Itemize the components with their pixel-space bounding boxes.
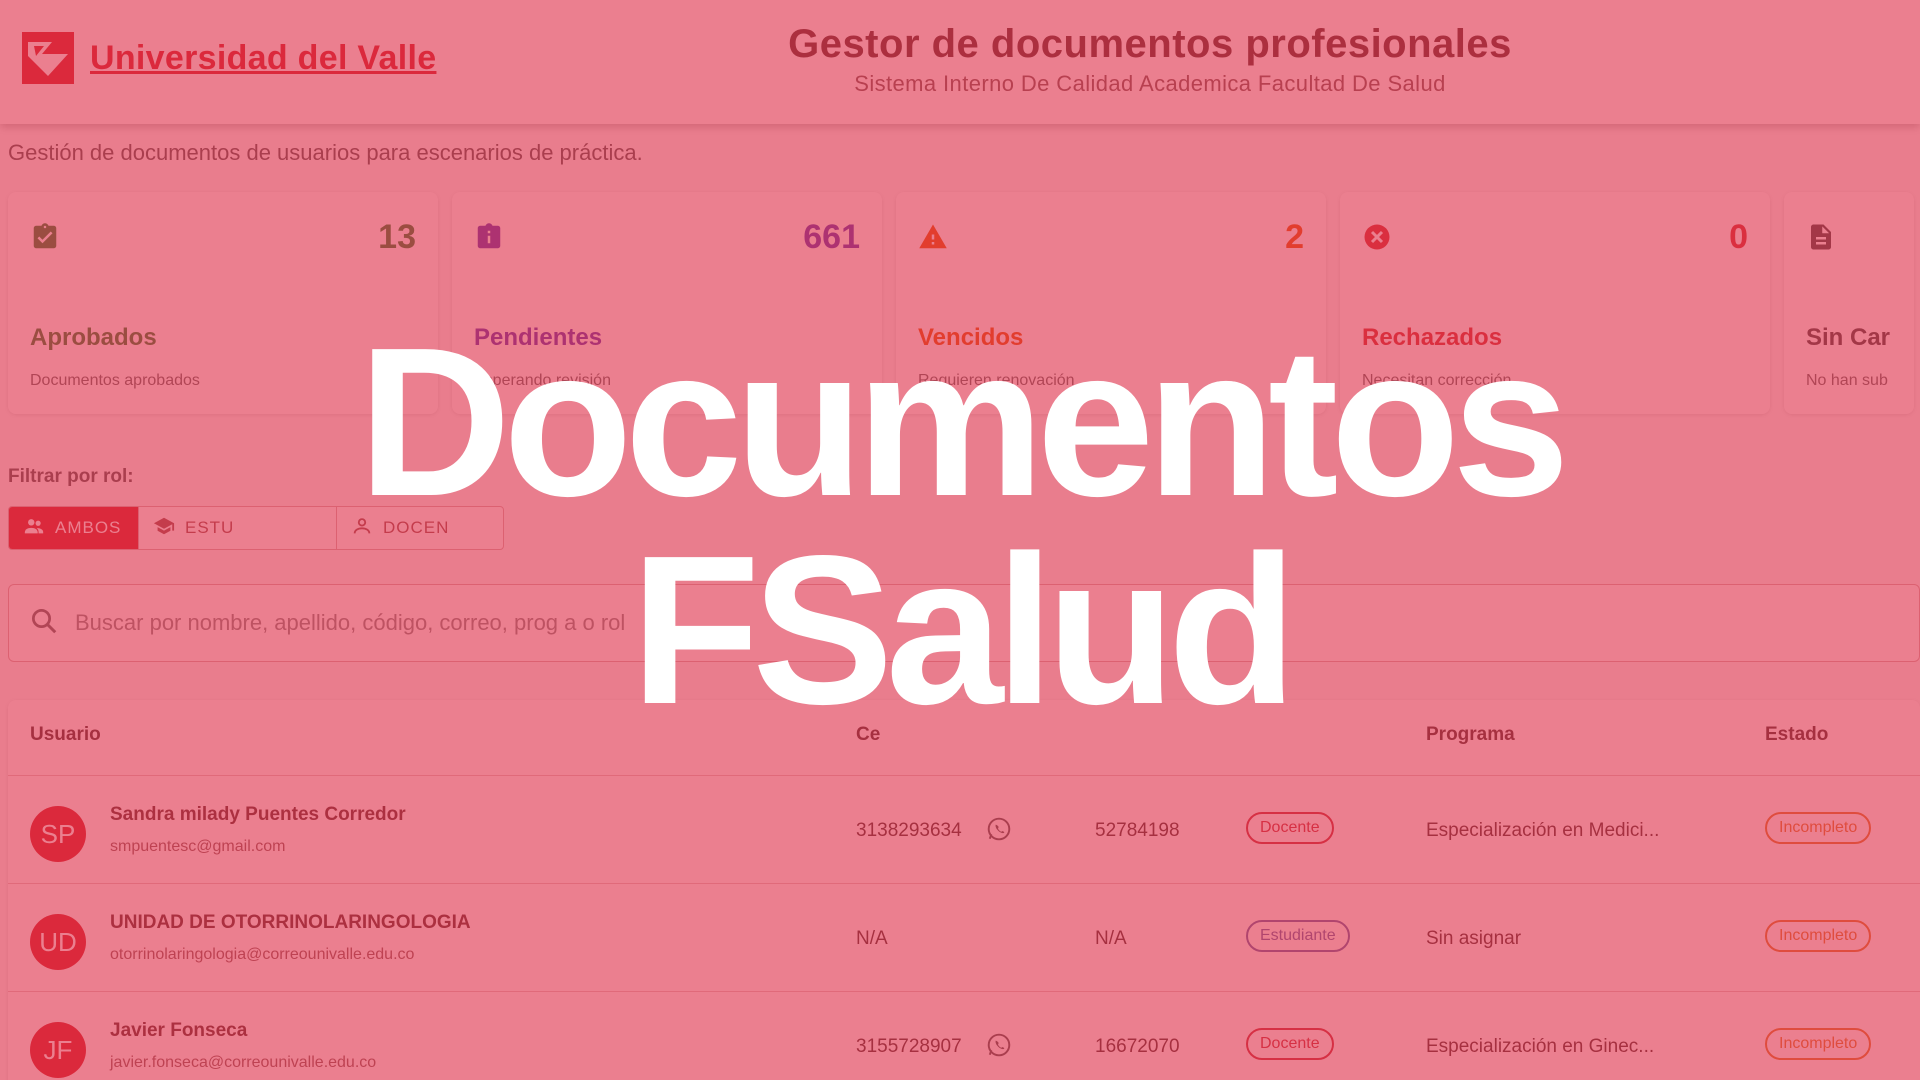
univalle-logo-icon [22, 32, 74, 84]
avatar: JF [30, 1022, 86, 1078]
user-phone: 3155728907 [856, 1036, 962, 1057]
avatar: SP [30, 806, 86, 862]
whatsapp-icon[interactable] [986, 816, 1012, 842]
table-row[interactable]: SP Sandra milady Puentes Corredor smpuen… [8, 776, 1920, 884]
table-row[interactable]: UD UNIDAD DE OTORRINOLARINGOLOGIA otorri… [8, 884, 1920, 992]
card-count: 661 [803, 218, 860, 256]
table-row[interactable]: JF Javier Fonseca javier.fonseca@correou… [8, 992, 1920, 1080]
user-name: Sandra milady Puentes Corredor [110, 804, 406, 825]
user-program: Especialización en Medici... [1426, 820, 1660, 841]
banner-title: Documentos FSalud [0, 303, 1920, 748]
header-center: Gestor de documentos profesionales Siste… [700, 22, 1600, 97]
document-icon [1806, 222, 1836, 252]
user-phone: 3138293634 [856, 820, 962, 841]
banner-line-1: Documentos [358, 303, 1570, 540]
banner-line-2: FSalud [630, 511, 1298, 748]
whatsapp-icon[interactable] [986, 1032, 1012, 1058]
user-document: 52784198 [1095, 820, 1180, 841]
user-document: 16672070 [1095, 1036, 1180, 1057]
status-badge: Incompleto [1765, 1028, 1872, 1060]
intro-text: Gestión de documentos de usuarios para e… [8, 140, 643, 165]
page-title: Gestor de documentos profesionales [788, 22, 1512, 66]
logo-text[interactable]: Universidad del Valle [90, 39, 436, 78]
app-header: Universidad del Valle Gestor de document… [0, 0, 1920, 124]
user-email: javier.fonseca@correounivalle.edu.co [110, 1054, 377, 1071]
user-name: Javier Fonseca [110, 1020, 248, 1041]
role-badge: Docente [1246, 1028, 1334, 1060]
role-badge: Docente [1246, 812, 1334, 844]
user-email: otorrinolaringologia@correounivalle.edu.… [110, 946, 415, 963]
user-email: smpuentesc@gmail.com [110, 838, 286, 855]
pending-icon [474, 222, 504, 252]
page-subtitle: Sistema Interno De Calidad Academica Fac… [854, 71, 1446, 96]
user-name: UNIDAD DE OTORRINOLARINGOLOGIA [110, 912, 471, 933]
user-program: Sin asignar [1426, 928, 1522, 949]
user-program: Especialización en Ginec... [1426, 1036, 1655, 1057]
card-count: 13 [378, 218, 416, 256]
card-count: 0 [1729, 218, 1748, 256]
status-badge: Incompleto [1765, 812, 1872, 844]
warning-icon [918, 222, 948, 252]
univalle-logo[interactable]: Universidad del Valle [22, 32, 436, 84]
status-badge: Incompleto [1765, 920, 1872, 952]
avatar: UD [30, 914, 86, 970]
user-document: N/A [1095, 928, 1127, 949]
users-table: Usuario Ce Programa Estado SP Sandra mil… [8, 700, 1920, 1080]
user-phone: N/A [856, 928, 888, 949]
cancel-icon [1362, 222, 1392, 252]
role-badge: Estudiante [1246, 920, 1350, 952]
card-count: 2 [1285, 218, 1304, 256]
clipboard-check-icon [30, 222, 60, 252]
